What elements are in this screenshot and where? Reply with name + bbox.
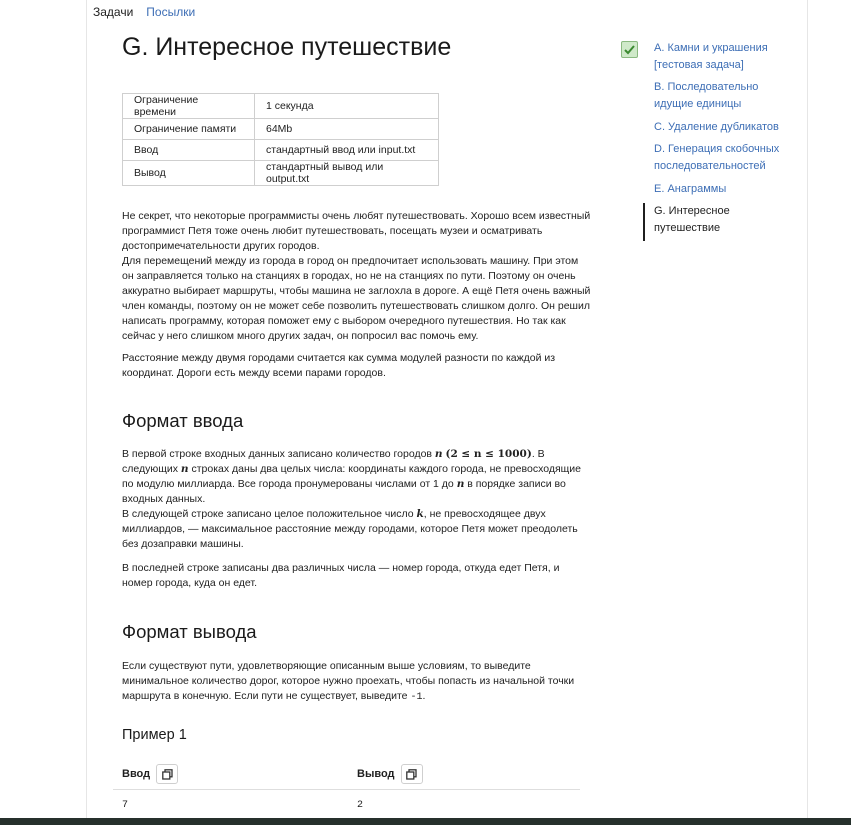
statement-line: минимальное количество дорог, которое ну… <box>122 675 575 687</box>
sidebar-task-e[interactable]: E. Анаграммы <box>654 181 804 198</box>
statement-line: следующих n строках даны два целых числа… <box>122 462 592 477</box>
sidebar-task-c[interactable]: C. Удаление дубликатов <box>654 119 804 136</box>
nav-tasks[interactable]: Задачи <box>93 5 133 19</box>
active-task-indicator <box>643 203 645 241</box>
task-title: A. Камни и украшения <box>654 42 768 54</box>
sidebar-task-d[interactable]: D. Генерация скобочных последовательност… <box>654 141 804 175</box>
copy-icon <box>406 768 417 780</box>
statement-line: входных данных. <box>122 493 206 505</box>
statement-paragraph: Не секрет, что некоторые программисты оч… <box>122 209 598 344</box>
text-span: В следующей строке записано целое положи… <box>122 508 414 520</box>
bottom-bar <box>0 818 851 825</box>
statement-line: достопримечательности других городов. <box>122 240 320 252</box>
sidebar-task-a[interactable]: A. Камни и украшения [тестовая задача] <box>654 40 804 74</box>
limit-value: стандартный ввод или input.txt <box>254 139 439 161</box>
example-divider <box>113 789 580 790</box>
limit-key: Вывод <box>122 160 255 186</box>
math-n: n <box>456 478 465 490</box>
statement-line: миллиардов, — максимальное расстояние ме… <box>122 523 578 535</box>
output-format-heading: Формат вывода <box>122 621 257 642</box>
math-n: n <box>180 463 189 475</box>
statement-line: В последней строке записаны два различны… <box>122 562 560 574</box>
statement-line: без дозаправки машины. <box>122 538 244 550</box>
math-k: k <box>416 508 424 520</box>
text-span: . В <box>531 448 545 460</box>
example-input-header: Ввод <box>122 764 179 784</box>
statement-line: программист Петя тоже очень любит путеше… <box>122 225 543 237</box>
example-title: Пример 1 <box>122 727 187 743</box>
text-span: , не превосходящее двух <box>423 508 546 520</box>
statement-line: аккуратно выбирает маршруты, чтобы машин… <box>122 285 591 297</box>
checkmark-icon <box>624 44 635 54</box>
task-subtitle: идущие единицы <box>654 98 742 110</box>
example-output-header: Вывод <box>357 764 423 784</box>
input-format-heading: Формат ввода <box>122 410 244 431</box>
task-subtitle: [тестовая задача] <box>654 59 744 71</box>
text-span: . <box>422 690 426 702</box>
task-title: C. Удаление дубликатов <box>654 121 779 133</box>
limit-value: стандартный вывод или output.txt <box>254 160 439 186</box>
table-row: Вывод стандартный вывод или output.txt <box>122 160 439 186</box>
statement-line: Не секрет, что некоторые программисты оч… <box>122 210 591 222</box>
statement-line: написать программу, которая поможет ему … <box>122 315 566 327</box>
top-nav: Задачи Посылки <box>93 5 208 19</box>
task-title: D. Генерация скобочных <box>654 143 780 155</box>
task-title: G. Интересное <box>654 205 730 217</box>
statement-line: координат. Дороги есть между всеми парам… <box>122 367 386 379</box>
solved-check-icon <box>621 41 638 58</box>
statement-line: маршрута в конечную. Если пути не сущест… <box>122 689 592 705</box>
limit-key: Ввод <box>122 139 255 161</box>
text-span: в порядке записи во <box>467 478 566 490</box>
task-subtitle: путешествие <box>654 222 721 234</box>
statement-line: сейчас у него слишком много других задач… <box>122 330 479 342</box>
task-title: E. Анаграммы <box>654 183 727 195</box>
statement-line: В первой строке входных данных записано … <box>122 447 592 462</box>
example-input-label: Ввод <box>122 768 151 780</box>
nav-submissions[interactable]: Посылки <box>146 5 195 19</box>
math-range: (2 ≤ n ≤ 1000) <box>445 448 532 460</box>
example-input-value: 7 <box>122 800 129 811</box>
limit-value: 64Mb <box>254 118 439 140</box>
statement-line: член команды, поэтому он не может себе п… <box>122 300 590 312</box>
limit-value: 1 секунда <box>254 93 439 119</box>
limit-key: Ограничение времени <box>122 93 255 119</box>
table-row: Ограничение времени 1 секунда <box>122 93 439 119</box>
limit-key: Ограничение памяти <box>122 118 255 140</box>
text-span: В первой строке входных данных записано … <box>122 448 432 460</box>
statement-line: Если существуют пути, удовлетворяющие оп… <box>122 660 531 672</box>
page-title: G. Интересное путешествие <box>122 33 452 61</box>
table-row: Ввод стандартный ввод или input.txt <box>122 139 439 161</box>
math-n: n <box>434 448 443 460</box>
example-output-value: 2 <box>357 800 364 811</box>
copy-input-button[interactable] <box>156 764 179 784</box>
text-span: следующих <box>122 463 178 475</box>
copy-icon <box>161 768 173 780</box>
inline-code: -1 <box>410 692 423 703</box>
sidebar-task-b[interactable]: B. Последовательно идущие единицы <box>654 79 804 113</box>
statement-line: по модулю миллиарда. Все города пронумер… <box>122 477 592 492</box>
output-format-paragraph: Если существуют пути, удовлетворяющие оп… <box>122 659 592 705</box>
text-span: маршрута в конечную. Если пути не сущест… <box>122 690 408 702</box>
statement-line: он заправляется только на станциях в гор… <box>122 270 576 282</box>
input-format-paragraph: В последней строке записаны два различны… <box>122 561 592 591</box>
text-span: строках даны два целых числа: координаты… <box>191 463 581 475</box>
task-title: B. Последовательно <box>654 81 759 93</box>
task-subtitle: последовательностей <box>654 160 766 172</box>
table-row: Ограничение памяти 64Mb <box>122 118 439 140</box>
statement-paragraph: Расстояние между двумя городами считаетс… <box>122 351 598 381</box>
statement-line: номер города, куда он едет. <box>122 577 257 589</box>
statement-line: Для перемещений между из города в город … <box>122 255 579 267</box>
copy-output-button[interactable] <box>400 764 423 784</box>
limits-table: Ограничение времени 1 секунда Ограничени… <box>122 93 439 186</box>
sidebar-task-g[interactable]: G. Интересное путешествие <box>654 203 804 237</box>
statement-line: Расстояние между двумя городами считаетс… <box>122 352 556 364</box>
statement-line: В следующей строке записано целое положи… <box>122 507 592 522</box>
input-format-paragraph: В первой строке входных данных записано … <box>122 447 592 552</box>
text-span: по модулю миллиарда. Все города пронумер… <box>122 478 454 490</box>
example-output-label: Вывод <box>357 768 395 780</box>
